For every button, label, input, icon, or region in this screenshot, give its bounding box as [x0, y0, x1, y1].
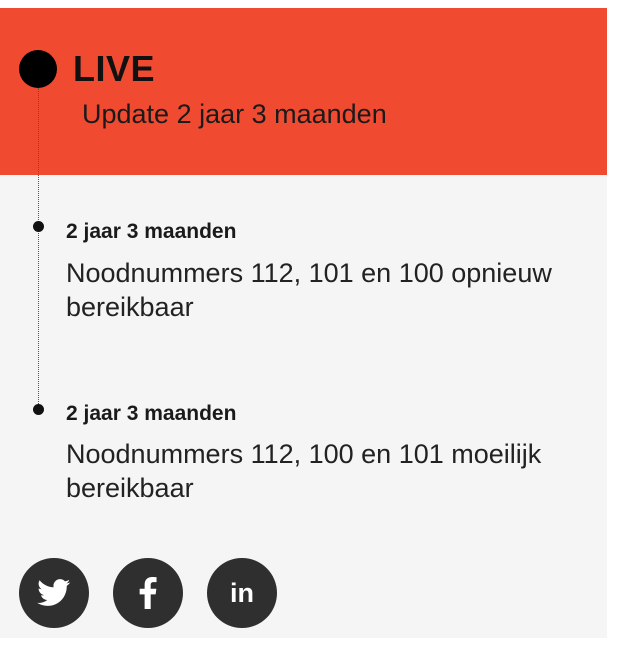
entry-title-link[interactable]: Noodnummers 112, 100 en 101 moeilijk ber…	[66, 437, 566, 505]
entry-title-link[interactable]: Noodnummers 112, 101 en 100 opnieuw bere…	[66, 256, 566, 324]
live-header[interactable]: LIVE Update 2 jaar 3 maanden	[0, 8, 607, 175]
live-indicator-icon	[19, 50, 57, 88]
timeline-dot	[33, 404, 44, 415]
twitter-icon	[37, 579, 71, 606]
live-blog-widget: LIVE Update 2 jaar 3 maanden 2 jaar 3 ma…	[0, 8, 607, 638]
facebook-share-button[interactable]	[113, 558, 183, 628]
update-time: Update 2 jaar 3 maanden	[82, 99, 387, 129]
timeline-line	[38, 88, 39, 410]
linkedin-share-button[interactable]: in	[207, 558, 277, 628]
twitter-share-button[interactable]	[19, 558, 89, 628]
entry-time: 2 jaar 3 maanden	[66, 220, 237, 243]
entry-time: 2 jaar 3 maanden	[66, 402, 237, 425]
live-label: LIVE	[73, 48, 156, 89]
facebook-icon	[139, 577, 157, 609]
timeline-dot	[33, 221, 44, 232]
linkedin-icon: in	[230, 577, 254, 608]
